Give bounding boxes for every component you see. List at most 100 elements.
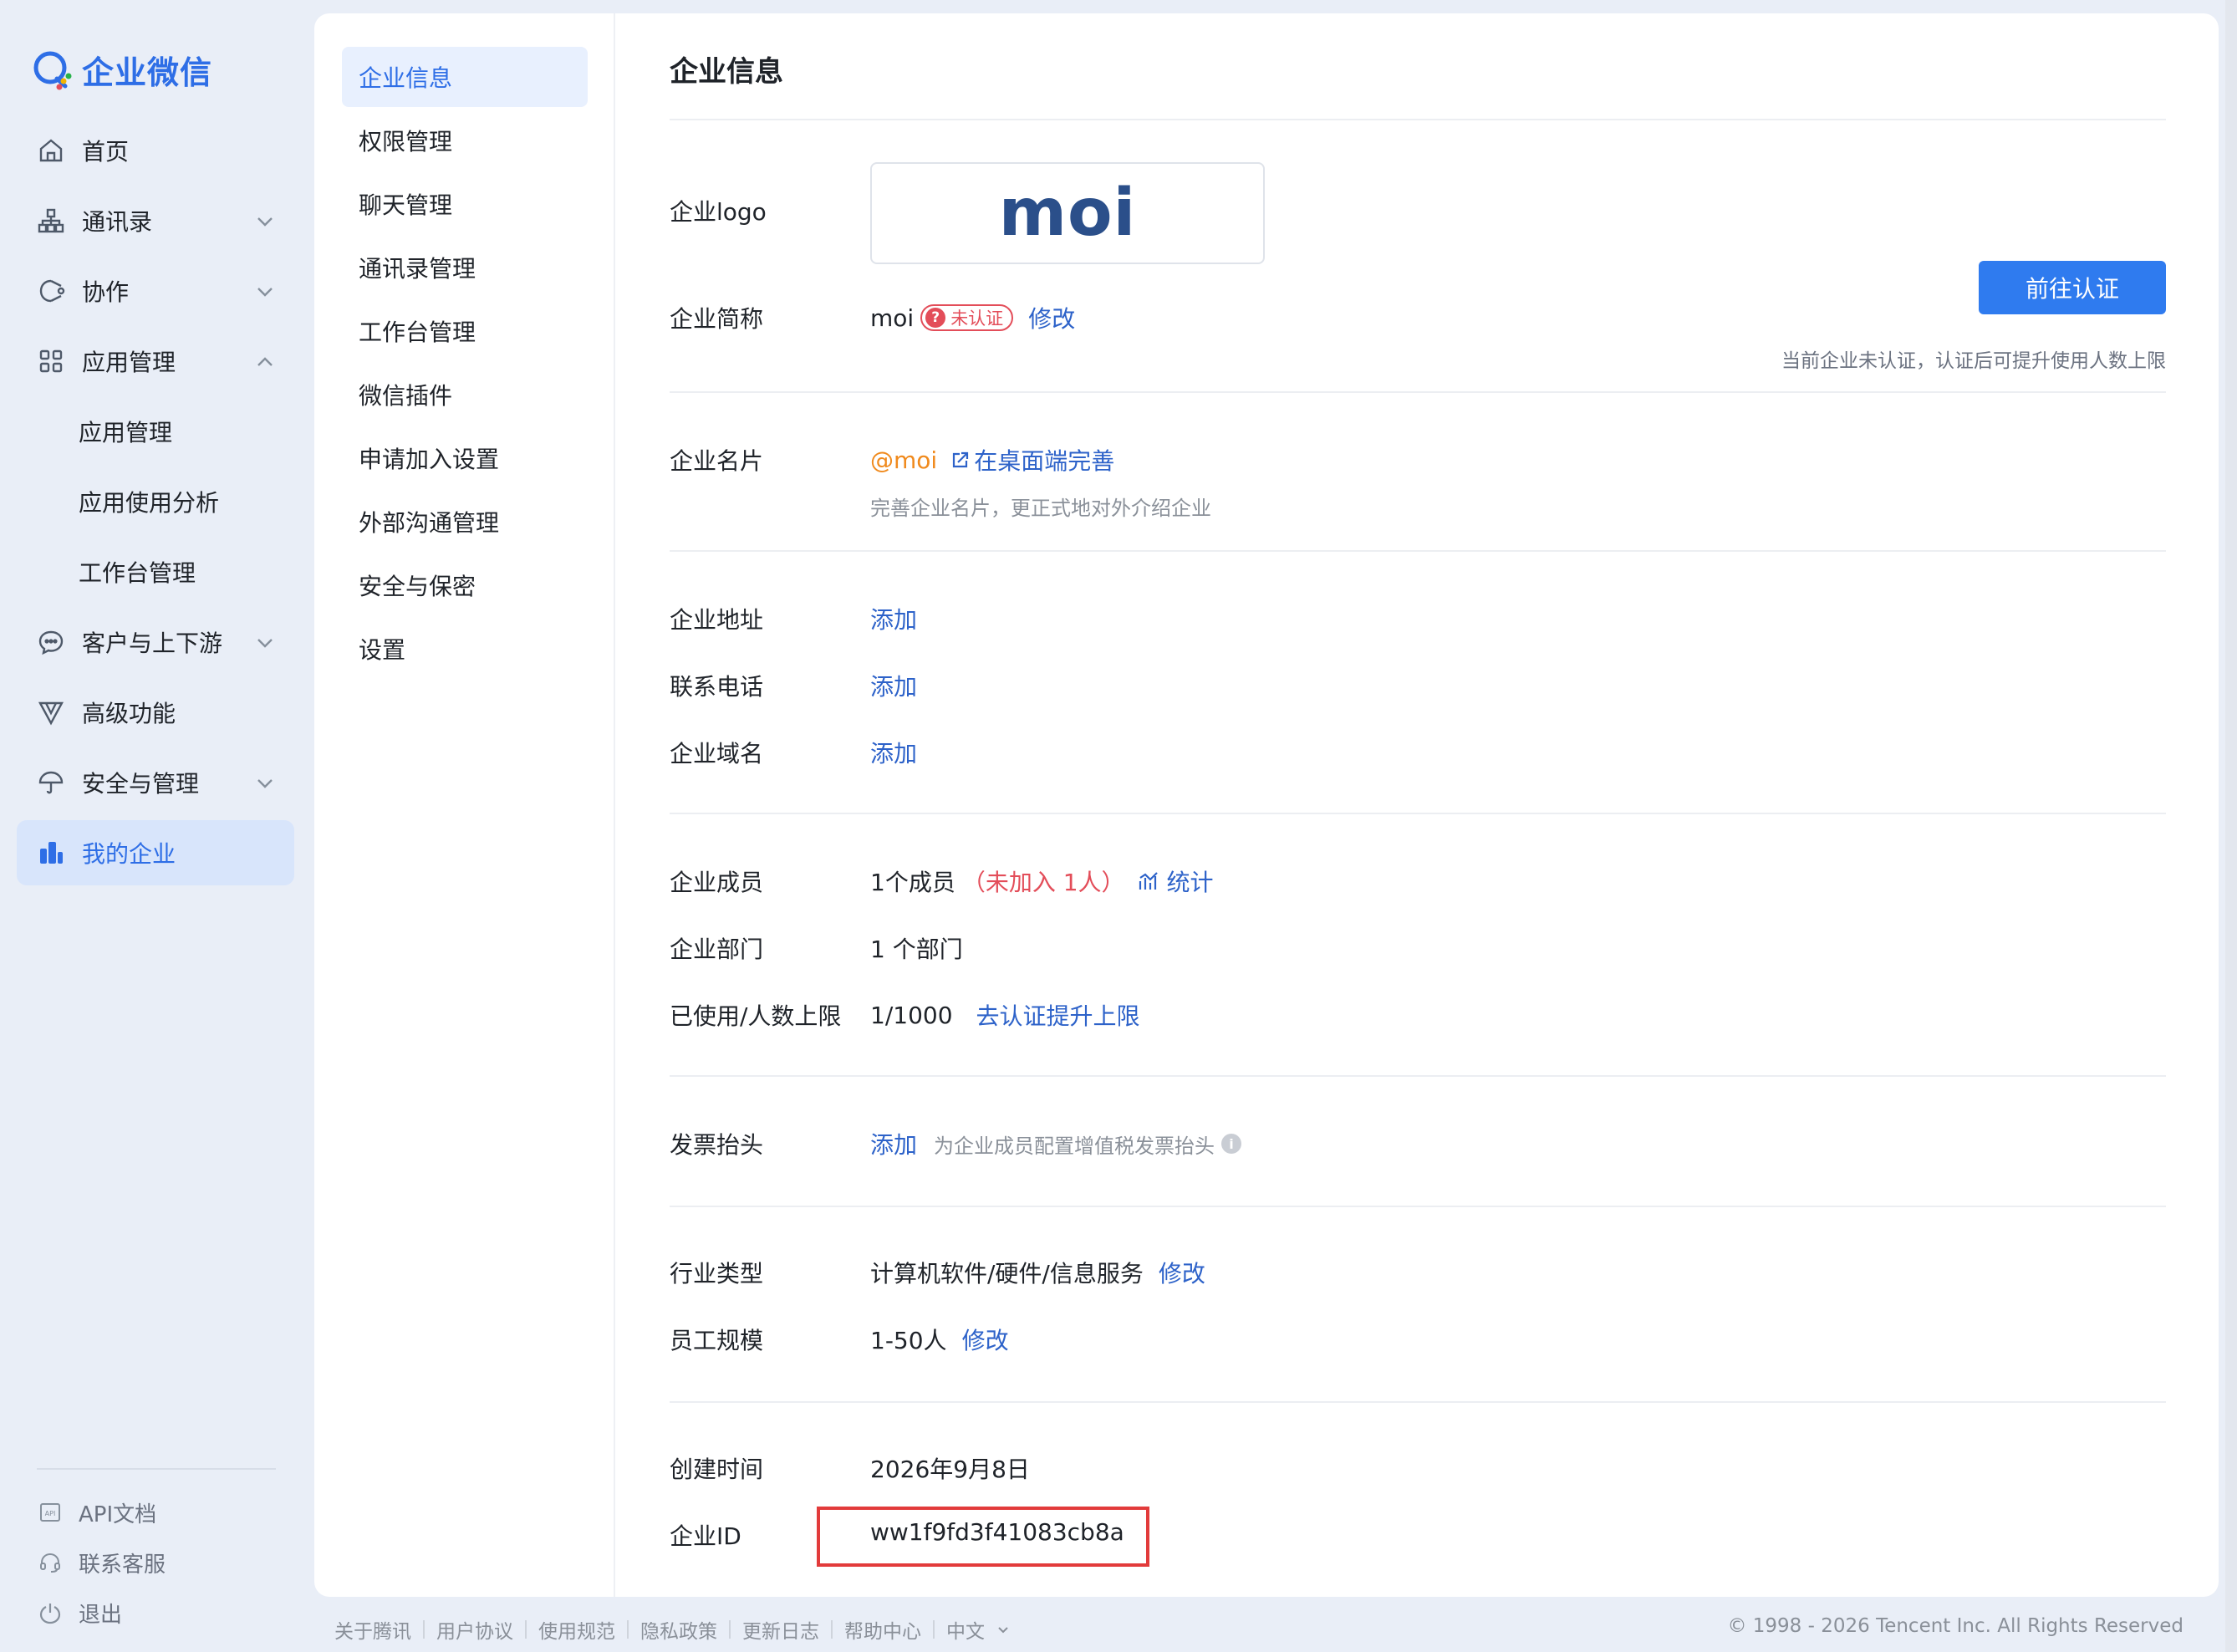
apps-grid-icon: [37, 347, 65, 375]
subnav-label: 通讯录管理: [359, 255, 476, 283]
members-count: 1个成员: [870, 869, 955, 896]
wecom-logo-icon: [32, 49, 74, 91]
footer-link-changelog[interactable]: 更新日志: [742, 1615, 819, 1644]
info-icon[interactable]: i: [1221, 1134, 1242, 1154]
nav-subitem-workbench-management[interactable]: 工作台管理: [17, 539, 294, 604]
corp-id-label: 企业ID: [670, 1522, 741, 1550]
industry-label: 行业类型: [670, 1260, 764, 1287]
edit-scale-link[interactable]: 修改: [962, 1323, 1009, 1356]
nav-footer-logout[interactable]: 退出: [38, 1596, 122, 1629]
subnav-label: 安全与保密: [359, 573, 476, 600]
nav-label: 工作台管理: [79, 559, 196, 587]
brand-name: 企业微信: [82, 54, 213, 91]
subnav-item-join-settings[interactable]: 申请加入设置: [342, 428, 588, 488]
business-card-row: @moi 在桌面端完善: [870, 443, 1114, 477]
verify-raise-limit-link[interactable]: 去认证提升上限: [976, 998, 1140, 1032]
footer-link-usage-rules[interactable]: 使用规范: [538, 1615, 615, 1644]
page-title: 企业信息: [670, 55, 783, 89]
short-name-row: moi ? 未认证 修改: [870, 301, 1075, 334]
subnav-item-security-privacy[interactable]: 安全与保密: [342, 555, 588, 615]
chevron-up-icon[interactable]: [254, 351, 276, 373]
nav-footer-label: API文档: [79, 1502, 157, 1527]
nav-item-advanced-features[interactable]: 高级功能: [17, 680, 294, 745]
chevron-down-icon[interactable]: [254, 281, 276, 303]
logo-text: moi: [998, 176, 1137, 251]
divider: [670, 1206, 2166, 1207]
created-value: 2026年9月8日: [870, 1456, 1030, 1483]
chevron-down-icon[interactable]: [254, 632, 276, 654]
member-stats-link[interactable]: 统计: [1167, 864, 1214, 898]
subnav-item-wechat-plugin[interactable]: 微信插件: [342, 365, 588, 425]
enterprise-logo[interactable]: moi: [870, 162, 1265, 264]
subnav-item-workbench-management[interactable]: 工作台管理: [342, 301, 588, 361]
industry-row: 计算机软件/硬件/信息服务 修改: [870, 1256, 1205, 1289]
nav-footer-api-docs[interactable]: API API文档: [38, 1496, 156, 1529]
go-verify-button[interactable]: 前往认证: [1979, 261, 2166, 314]
home-icon: [37, 136, 65, 165]
invoice-hint: 为企业成员配置增值税发票抬头: [934, 1134, 1215, 1158]
unverified-badge: ? 未认证: [920, 304, 1014, 331]
domain-label: 企业域名: [670, 740, 764, 767]
scale-label: 员工规模: [670, 1327, 764, 1354]
add-invoice-link[interactable]: 添加: [870, 1127, 917, 1160]
complete-on-desktop-link[interactable]: 在桌面端完善: [974, 443, 1114, 477]
divider: [670, 1401, 2166, 1403]
subnav-item-contacts-management[interactable]: 通讯录管理: [342, 237, 588, 298]
sidebar: 企业微信 首页 通讯录 协作 应用管理 应用管理 应用使用分析 工作台管理 客户…: [0, 0, 314, 1652]
brand-logo[interactable]: 企业微信: [32, 47, 212, 93]
footer-link-help[interactable]: 帮助中心: [844, 1615, 921, 1644]
divider: [670, 391, 2166, 393]
language-label: 中文: [946, 1621, 985, 1643]
main-card: 企业信息 权限管理 聊天管理 通讯录管理 工作台管理 微信插件 申请加入设置 外…: [314, 13, 2219, 1597]
nav-item-app-management[interactable]: 应用管理: [17, 329, 294, 394]
nav-subitem-app-management[interactable]: 应用管理: [17, 399, 294, 464]
edit-short-name-link[interactable]: 修改: [1028, 301, 1075, 334]
add-address-link[interactable]: 添加: [870, 602, 917, 635]
nav-label: 我的企业: [82, 840, 176, 868]
nav-item-security-management[interactable]: 安全与管理: [17, 750, 294, 815]
footer-link-user-agreement[interactable]: 用户协议: [436, 1615, 513, 1644]
subnav-label: 外部沟通管理: [359, 509, 500, 537]
add-domain-link[interactable]: 添加: [870, 736, 917, 769]
nav-label: 高级功能: [82, 700, 176, 727]
chevron-down-icon[interactable]: [254, 211, 276, 232]
footer-copyright: © 1998 - 2026 Tencent Inc. All Rights Re…: [1727, 1615, 2183, 1637]
add-phone-link[interactable]: 添加: [870, 669, 917, 702]
nav-item-customers[interactable]: 客户与上下游: [17, 609, 294, 675]
footer-links: 关于腾讯 用户协议 使用规范 隐私政策 更新日志 帮助中心 中文: [334, 1615, 1010, 1644]
nav-label: 安全与管理: [82, 770, 200, 798]
logo-label: 企业logo: [670, 198, 767, 226]
divider: [670, 119, 2166, 120]
nav-item-collaboration[interactable]: 协作: [17, 258, 294, 324]
short-name-label: 企业简称: [670, 305, 764, 333]
nav-subitem-app-usage-analytics[interactable]: 应用使用分析: [17, 469, 294, 534]
nav-label: 首页: [82, 138, 130, 166]
subnav-item-chat-management[interactable]: 聊天管理: [342, 174, 588, 234]
badge-text: 未认证: [950, 308, 1004, 329]
footer-language-select[interactable]: 中文: [946, 1615, 1010, 1644]
footer-separator: [831, 1620, 833, 1639]
nav-footer-contact-support[interactable]: 联系客服: [38, 1546, 166, 1579]
nav-label: 通讯录: [82, 208, 153, 236]
footer-link-about[interactable]: 关于腾讯: [334, 1615, 411, 1644]
footer-link-privacy[interactable]: 隐私政策: [640, 1615, 717, 1644]
page-scrollbar[interactable]: [2225, 0, 2237, 1652]
subnav-label: 申请加入设置: [359, 446, 500, 473]
departments-value: 1 个部门: [870, 936, 963, 963]
edit-industry-link[interactable]: 修改: [1159, 1256, 1205, 1289]
nav-item-my-enterprise[interactable]: 我的企业: [17, 820, 294, 885]
subnav-item-external-communication[interactable]: 外部沟通管理: [342, 492, 588, 552]
subnav-label: 设置: [359, 636, 406, 664]
subnav-item-enterprise-info[interactable]: 企业信息: [342, 47, 588, 107]
chevron-down-icon[interactable]: [254, 772, 276, 794]
phone-label: 联系电话: [670, 673, 764, 701]
subnav-label: 工作台管理: [359, 319, 476, 346]
nav-item-contacts[interactable]: 通讯录: [17, 188, 294, 253]
subnav-item-permissions[interactable]: 权限管理: [342, 110, 588, 171]
invoice-row: 添加 为企业成员配置增值税发票抬头 i: [870, 1127, 1242, 1160]
short-name-value: moi: [870, 303, 915, 332]
nav-item-home[interactable]: 首页: [17, 118, 294, 183]
departments-label: 企业部门: [670, 936, 764, 963]
headset-icon: [38, 1551, 62, 1574]
subnav-item-settings[interactable]: 设置: [342, 619, 588, 679]
